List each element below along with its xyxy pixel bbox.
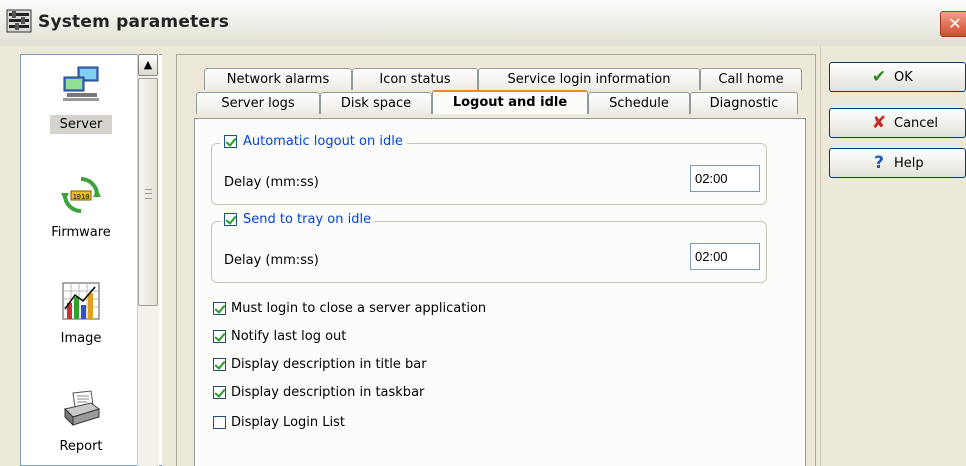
- sidebar-item-label: Firmware: [51, 225, 111, 240]
- checkbox-icon: [213, 330, 226, 343]
- system-parameters-icon: [6, 9, 32, 33]
- ok-label: OK: [894, 69, 913, 85]
- tab-label: Call home: [718, 72, 784, 87]
- auto-logout-delay-input[interactable]: [690, 165, 760, 192]
- tab-label: Diagnostic: [709, 96, 779, 111]
- notify-last-logout-checkbox[interactable]: Notify last log out: [213, 329, 346, 344]
- sidebar-item-label: Server: [50, 115, 112, 134]
- sidebar-item-label: Image: [60, 331, 102, 346]
- tab-logout-and-idle[interactable]: Logout and idle: [432, 90, 588, 114]
- checkmark-icon: ✔: [871, 67, 887, 87]
- description-title-bar-checkbox[interactable]: Display description in title bar: [213, 357, 427, 372]
- tab-schedule[interactable]: Schedule: [588, 92, 690, 114]
- logout-idle-page: Automatic logout on idle Delay (mm:ss) S…: [194, 118, 806, 466]
- display-login-list-checkbox[interactable]: Display Login List: [213, 415, 345, 430]
- auto-logout-checkbox[interactable]: Automatic logout on idle: [220, 134, 407, 149]
- option-label: Display description in title bar: [231, 357, 427, 372]
- image-chart-icon: [62, 282, 100, 320]
- printer-icon: [64, 390, 101, 427]
- description-taskbar-checkbox[interactable]: Display description in taskbar: [213, 385, 424, 400]
- auto-logout-group: Automatic logout on idle Delay (mm:ss): [211, 134, 767, 205]
- tab-label: Logout and idle: [452, 95, 568, 110]
- send-tray-checkbox[interactable]: Send to tray on idle: [220, 212, 376, 227]
- must-login-checkbox[interactable]: Must login to close a server application: [213, 301, 486, 316]
- scroll-thumb[interactable]: [138, 78, 158, 306]
- option-label: Display description in taskbar: [231, 385, 425, 400]
- delay-label: Delay (mm:ss): [224, 253, 319, 268]
- dialog-body: Server 1010 Firmware Image Report ▲ Netw…: [0, 46, 966, 466]
- tab-server-logs[interactable]: Server logs: [196, 92, 320, 114]
- help-label: Help: [894, 155, 924, 171]
- tab-label: Icon status: [379, 72, 451, 87]
- tab-label: Server logs: [221, 96, 295, 111]
- ok-button[interactable]: ✔ OK: [829, 62, 966, 92]
- checkbox-icon: [224, 135, 237, 148]
- tab-call-home[interactable]: Call home: [700, 68, 802, 90]
- svg-text:1010: 1010: [73, 193, 90, 201]
- tab-service-login-information[interactable]: Service login information: [478, 68, 700, 90]
- tab-label: Service login information: [507, 72, 671, 87]
- send-tray-group: Send to tray on idle Delay (mm:ss): [211, 212, 767, 283]
- tab-disk-space[interactable]: Disk space: [320, 92, 432, 114]
- send-tray-delay-input[interactable]: [690, 243, 760, 270]
- close-icon: ✕: [948, 14, 962, 33]
- scroll-up-button[interactable]: ▲: [138, 54, 158, 76]
- option-label: Notify last log out: [231, 329, 347, 344]
- tab-network-alarms[interactable]: Network alarms: [204, 68, 352, 90]
- close-button[interactable]: ✕: [940, 11, 966, 37]
- checkbox-icon: [213, 302, 226, 315]
- checkbox-icon: [213, 386, 226, 399]
- firmware-icon: 1010: [61, 177, 101, 213]
- tab-label: Network alarms: [226, 72, 330, 87]
- cancel-label: Cancel: [894, 115, 939, 131]
- title-bar[interactable]: System parameters ✕: [0, 0, 966, 47]
- delay-label: Delay (mm:ss): [224, 175, 319, 190]
- question-icon: ?: [874, 153, 884, 173]
- sidebar-item-report[interactable]: Report: [21, 389, 141, 454]
- option-label: Must login to close a server application: [231, 301, 487, 316]
- tab-diagnostic[interactable]: Diagnostic: [690, 92, 798, 114]
- auto-logout-label: Automatic logout on idle: [243, 134, 403, 149]
- option-label: Display Login List: [231, 415, 345, 430]
- tab-icon-status[interactable]: Icon status: [352, 68, 478, 90]
- send-tray-label: Send to tray on idle: [243, 212, 372, 227]
- help-button[interactable]: ? Help: [829, 148, 966, 178]
- window-title: System parameters: [38, 12, 230, 32]
- sidebar-item-server[interactable]: Server: [21, 65, 141, 134]
- sidebar-item-image[interactable]: Image: [21, 281, 141, 346]
- server-icon: [63, 66, 99, 101]
- tab-label: Disk space: [340, 96, 412, 111]
- cancel-button[interactable]: ✘ Cancel: [829, 108, 966, 138]
- sidebar-item-firmware[interactable]: 1010 Firmware: [21, 175, 141, 240]
- checkbox-icon: [224, 213, 237, 226]
- x-mark-icon: ✘: [871, 113, 887, 133]
- checkbox-icon: [213, 358, 226, 371]
- sidebar-item-label: Report: [59, 439, 103, 454]
- sidebar-scrollbar[interactable]: ▲: [137, 54, 159, 466]
- divider: [820, 46, 821, 466]
- chevron-up-icon: ▲: [143, 58, 153, 71]
- tab-label: Schedule: [609, 96, 669, 111]
- checkbox-icon: [213, 416, 226, 429]
- grip-icon: [145, 189, 152, 199]
